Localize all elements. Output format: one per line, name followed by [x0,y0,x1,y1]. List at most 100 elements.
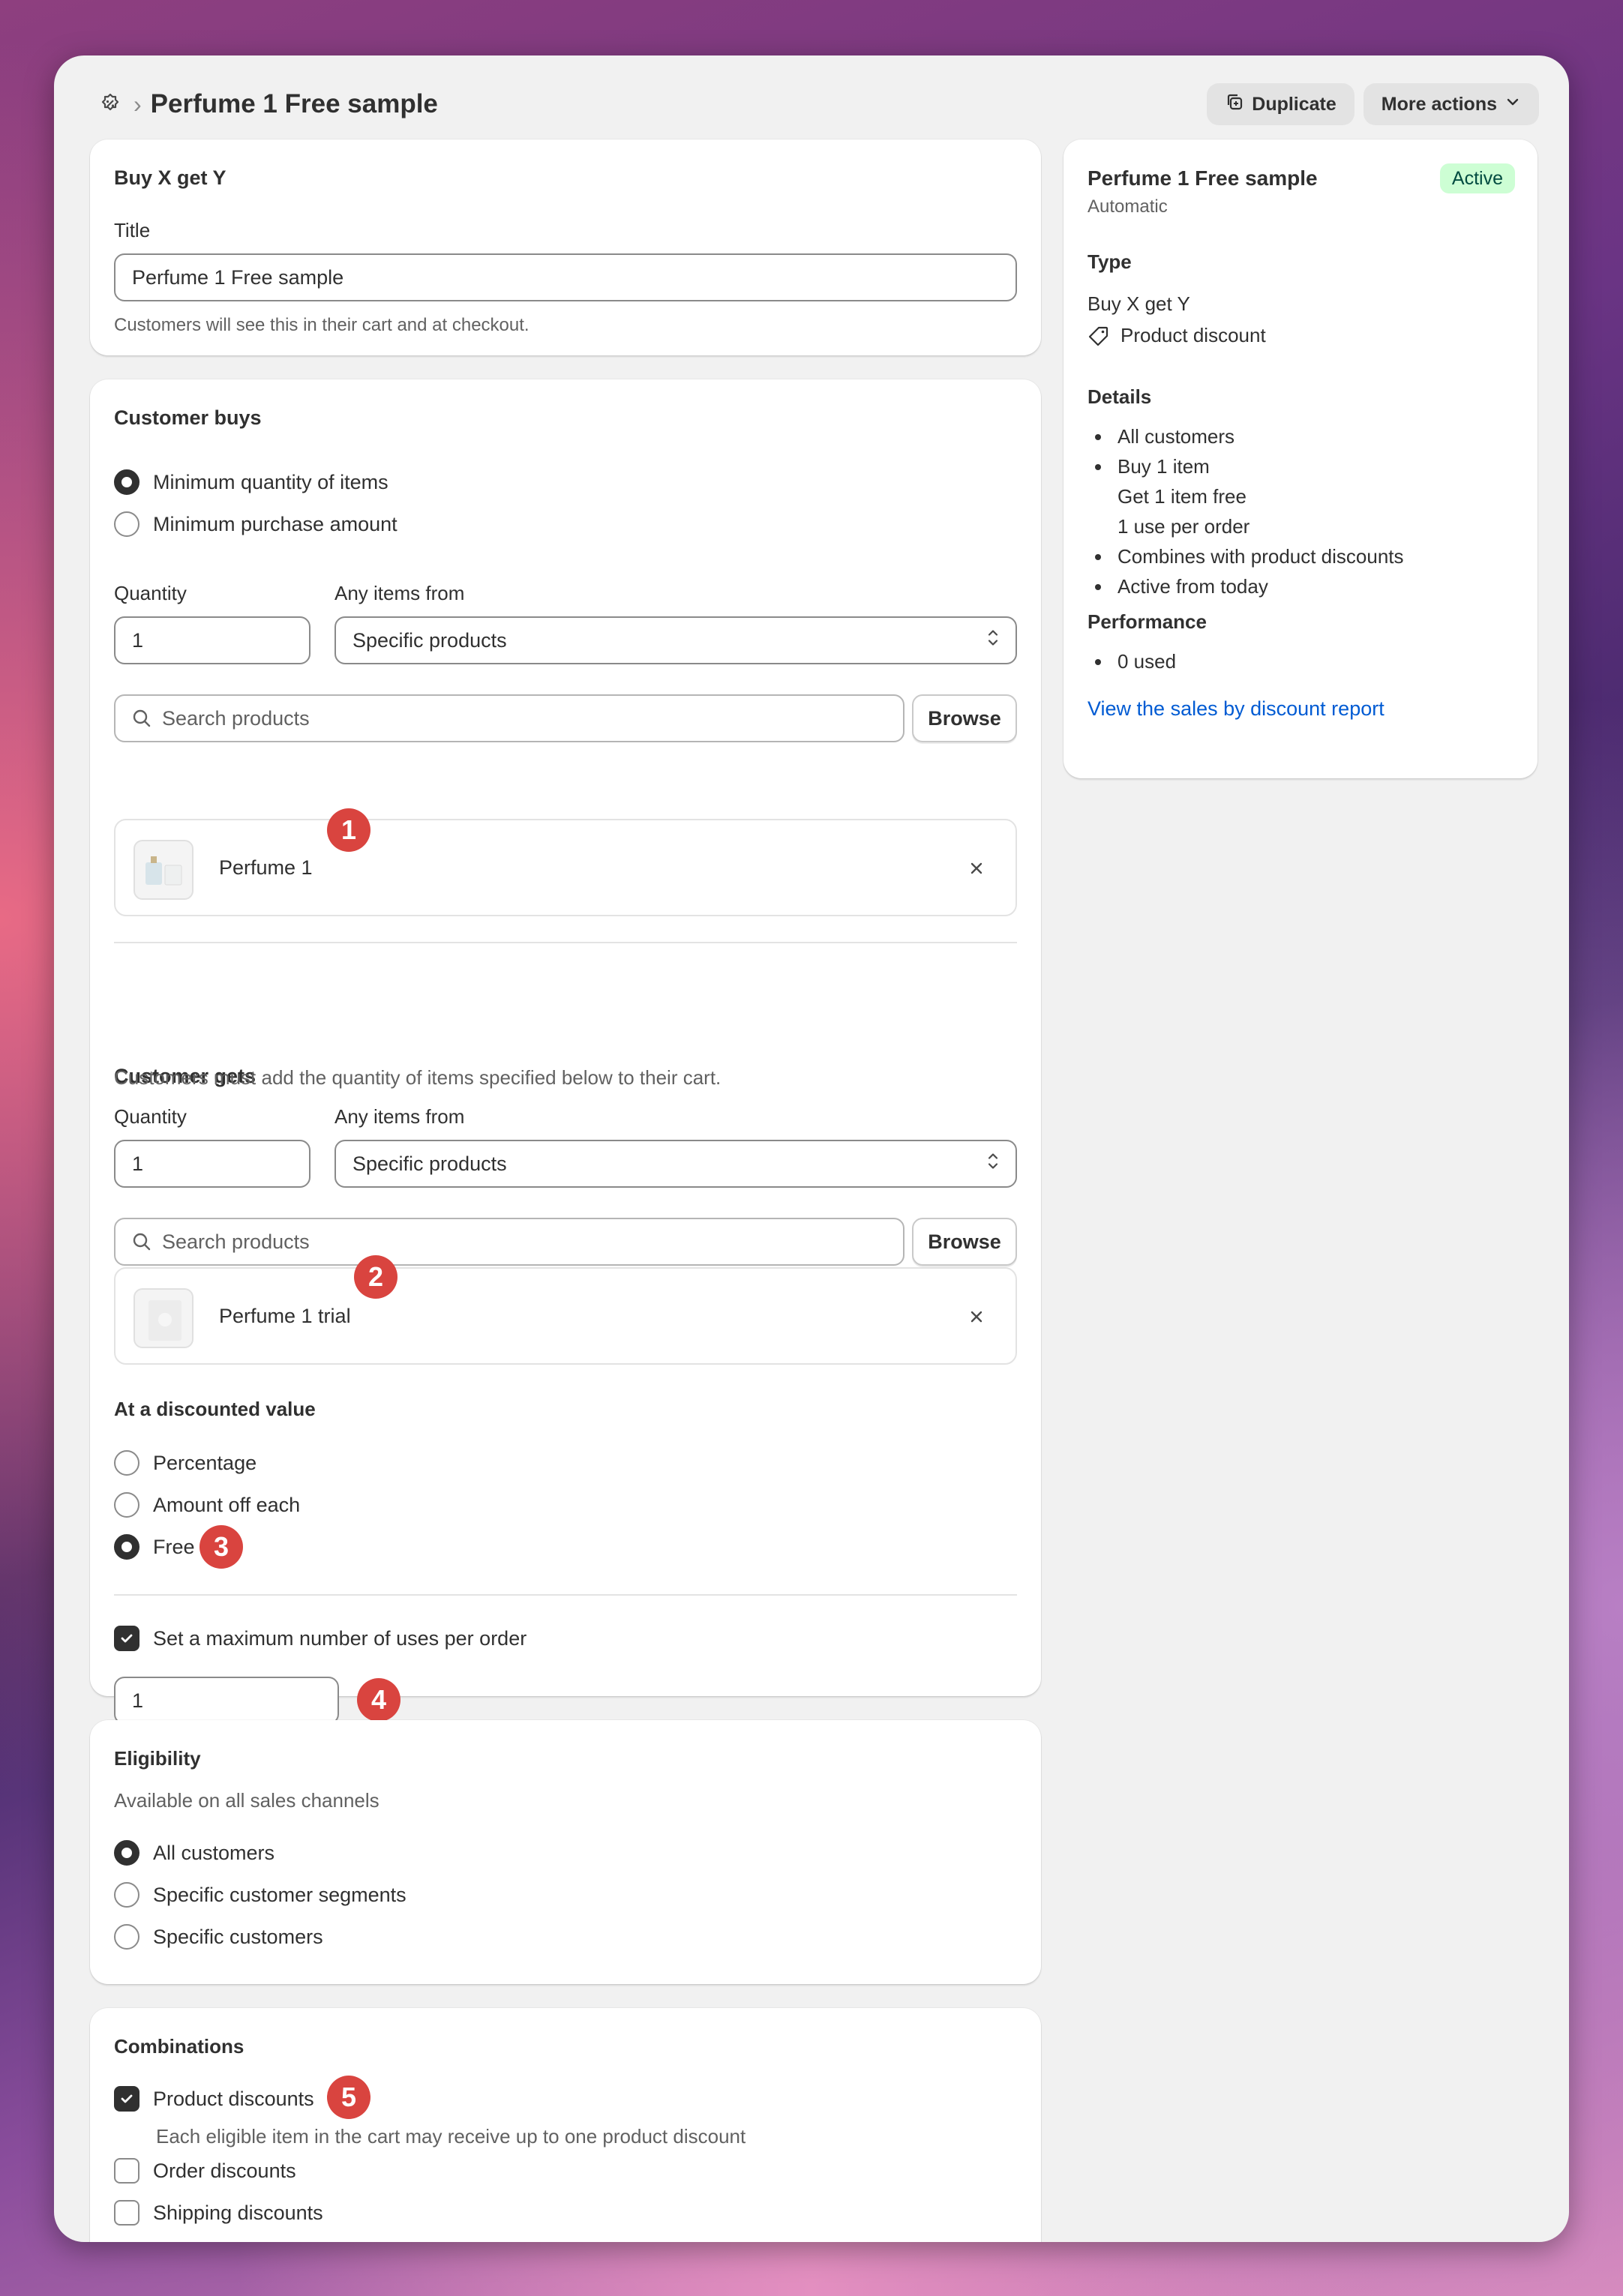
quantity-value: 1 [132,1152,144,1175]
buy-get-card: Customer buys Minimum quantity of items … [90,379,1041,1725]
list-item: Buy 1 item [1088,451,1404,481]
checkmark-icon [121,2094,133,2103]
radio-button[interactable] [114,1882,140,1908]
radio-label: Specific customers [153,1925,323,1948]
discount-icon[interactable] [98,91,123,117]
combinations-heading: Combinations [114,2035,244,2058]
quantity-label: Quantity [114,1105,187,1128]
radio-free[interactable]: Free [114,1534,195,1560]
performance-heading: Performance [1088,610,1207,633]
more-actions-label: More actions [1381,93,1497,115]
product-thumbnail [134,840,194,900]
checkbox[interactable] [114,2158,140,2184]
customer-buys-heading: Customer buys [114,406,262,429]
close-icon [970,1311,982,1323]
more-actions-button[interactable]: More actions [1363,83,1539,125]
close-icon [970,862,982,874]
search-icon [132,1232,152,1251]
radio-label: Amount off each [153,1493,301,1516]
product-name: Perfume 1 trial [219,1305,351,1327]
annotation-marker: 1 [327,808,370,852]
radio-label: Specific customer segments [153,1883,406,1906]
radio-button[interactable] [114,1492,140,1518]
page-header: › Perfume 1 Free sample Duplicate More a… [98,81,1539,127]
remove-product-button[interactable] [963,1303,990,1330]
chevron-right-icon: › [134,91,142,118]
gets-quantity-input[interactable]: 1 [114,1140,310,1188]
title-help-text: Customers will see this in their cart an… [114,315,530,335]
shipping-discounts-checkbox-row[interactable]: Shipping discounts [114,2200,323,2226]
checkbox-label: Set a maximum number of uses per order [153,1626,527,1650]
checkbox[interactable] [114,2086,140,2112]
max-uses-checkbox-row[interactable]: Set a maximum number of uses per order [114,1626,526,1651]
radio-customer-segments[interactable]: Specific customer segments [114,1882,406,1908]
checkbox[interactable] [114,2200,140,2226]
checkmark-icon [121,1634,133,1643]
max-uses-input[interactable]: 1 [114,1677,339,1725]
radio-label: Minimum purchase amount [153,512,398,535]
gets-items-from-select[interactable]: Specific products [334,1140,1017,1188]
checkbox[interactable] [114,1626,140,1651]
annotation-marker: 3 [200,1525,243,1569]
checkbox-label: Order discounts [153,2159,296,2182]
radio-label: All customers [153,1841,275,1864]
list-item: 0 used [1088,646,1176,676]
list-item: 1 use per order [1118,515,1250,538]
select-chevron-icon [986,1150,1000,1178]
annotation-marker: 2 [354,1255,398,1299]
radio-button[interactable] [114,1450,140,1476]
checkbox-label: Product discounts [153,2087,314,2110]
title-label: Title [114,219,151,241]
select-chevron-icon [986,627,1000,655]
buys-quantity-input[interactable]: 1 [114,616,310,664]
buys-product-item: Perfume 1 [114,819,1017,916]
tag-icon [1088,325,1110,347]
radio-specific-customers[interactable]: Specific customers [114,1924,323,1950]
select-value: Specific products [352,1152,507,1175]
buys-items-from-select[interactable]: Specific products [334,616,1017,664]
radio-amount-off[interactable]: Amount off each [114,1492,300,1518]
type-heading: Type [1088,250,1132,273]
product-discounts-checkbox-row[interactable]: Product discounts [114,2086,314,2112]
radio-button[interactable] [114,511,140,537]
duplicate-label: Duplicate [1252,93,1336,115]
quantity-value: 1 [132,628,144,652]
product-thumbnail [134,1288,194,1348]
summary-title: Perfume 1 Free sample [1088,166,1318,190]
list-item: Active from today [1088,571,1404,601]
gets-browse-button[interactable]: Browse [912,1218,1017,1266]
remove-product-button[interactable] [963,855,990,882]
performance-list: 0 used [1088,646,1176,676]
customer-gets-description: Customers must add the quantity of items… [114,1066,722,1089]
radio-button[interactable] [114,1924,140,1950]
radio-button[interactable] [114,1534,140,1560]
duplicate-button[interactable]: Duplicate [1207,83,1354,125]
sales-report-link[interactable]: View the sales by discount report [1088,697,1384,721]
gets-search-input[interactable]: Search products [114,1218,904,1266]
checkbox-label: Shipping discounts [153,2201,323,2224]
section-heading: Buy X get Y [114,166,226,189]
type-kind-row: Product discount [1088,324,1266,347]
search-icon [132,709,152,728]
radio-label: Percentage [153,1451,257,1474]
radio-button[interactable] [114,469,140,495]
list-item: All customers [1088,421,1404,451]
radio-percentage[interactable]: Percentage [114,1450,256,1476]
type-value: Buy X get Y [1088,292,1190,315]
buys-browse-button[interactable]: Browse [912,694,1017,742]
radio-button[interactable] [114,1840,140,1866]
select-value: Specific products [352,628,507,652]
title-input[interactable]: Perfume 1 Free sample [114,253,1017,301]
list-item: Get 1 item free [1118,485,1246,508]
radio-min-quantity[interactable]: Minimum quantity of items [114,469,388,495]
items-from-label: Any items from [334,1105,465,1128]
product-name: Perfume 1 [219,856,313,879]
title-value: Perfume 1 Free sample [132,265,344,289]
order-discounts-checkbox-row[interactable]: Order discounts [114,2158,296,2184]
page-title: Perfume 1 Free sample [150,89,438,118]
divider [114,1594,1017,1596]
radio-min-amount[interactable]: Minimum purchase amount [114,511,398,537]
type-kind-label: Product discount [1120,324,1266,346]
buys-search-input[interactable]: Search products [114,694,904,742]
radio-all-customers[interactable]: All customers [114,1840,274,1866]
